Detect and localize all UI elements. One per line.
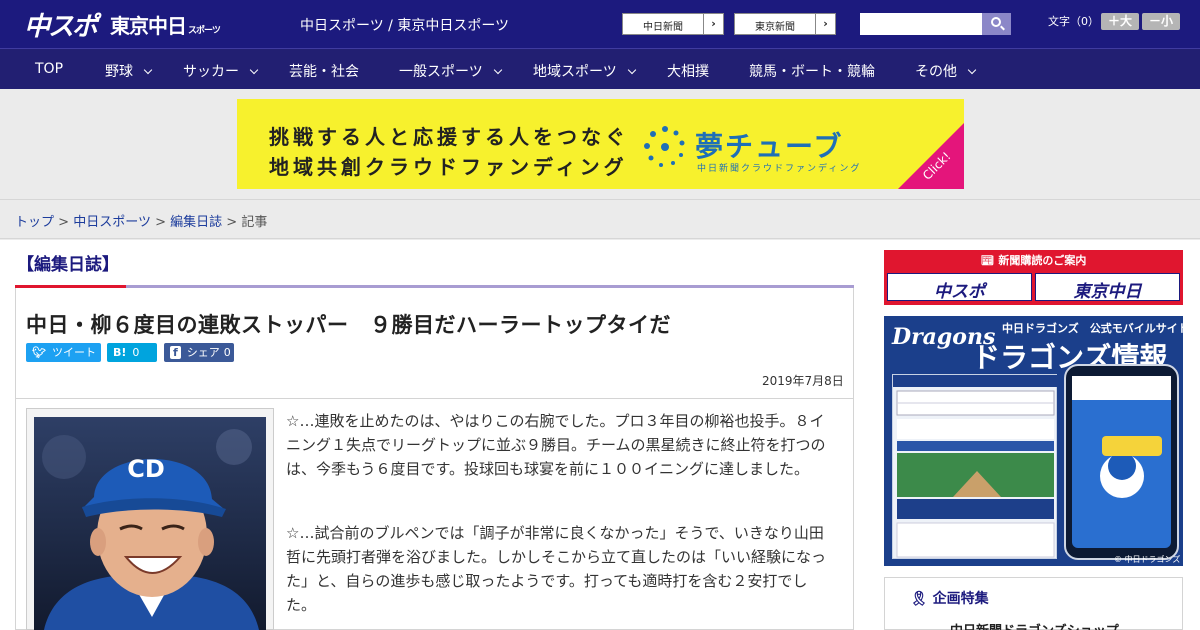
article-divider	[16, 398, 853, 399]
nav-label: 一般スポーツ	[399, 64, 483, 80]
chuspo-logo[interactable]: 中スポ	[24, 6, 98, 43]
nav-item-local-sports[interactable]: 地域スポーツ	[533, 61, 636, 81]
nav-label: TOP	[35, 61, 64, 77]
scoreboard-illustration	[893, 375, 1058, 558]
chevron-down-icon	[967, 65, 977, 75]
feature-title: 🎗︎ 企画特集	[910, 588, 989, 608]
dots-logo-icon	[644, 126, 685, 167]
top-header: 中スポ 東京中日 スポーツ 中日スポーツ / 東京中日スポーツ 中日新聞 › 東京…	[0, 0, 1200, 48]
dragons-copyright: © 中日ドラゴンズ	[1114, 555, 1181, 564]
banner-line-1: 挑戦する人と応援する人をつなぐ	[269, 125, 629, 149]
article-headline: 中日・柳６度目の連敗ストッパー ９勝目だハーラートップタイだ	[26, 313, 671, 337]
banner-line-2: 地域共創クラウドファンディング	[269, 155, 628, 179]
publish-date: 2019年7月8日	[762, 374, 844, 388]
nav-item-entertainment[interactable]: 芸能・社会	[289, 61, 359, 81]
hatena-bookmark-button[interactable]: B! 0	[107, 343, 157, 362]
phone-screen	[1072, 376, 1171, 548]
tokyo-logo-small: スポーツ	[188, 26, 221, 36]
article-photo[interactable]: CD	[34, 417, 266, 630]
tweet-label: ツイート	[51, 346, 96, 359]
banner-click-corner[interactable]: Click!	[898, 123, 964, 189]
banner-brand-sub: 中日新聞クラウドファンディング	[697, 164, 862, 174]
svg-text:CD: CD	[127, 455, 165, 483]
nav-label: 野球	[105, 64, 133, 80]
article-paragraph: ☆…連敗を止めたのは、やはりこの右腕でした。プロ３年目の柳裕也投手。８イニング１…	[286, 412, 826, 478]
breadcrumb-top[interactable]: トップ	[15, 215, 54, 230]
breadcrumb: トップ > 中日スポーツ > 編集日誌 > 記事	[0, 201, 1200, 239]
nav-label: 地域スポーツ	[533, 64, 617, 80]
crowdfunding-banner[interactable]: 挑戦する人と応援する人をつなぐ 地域共創クラウドファンディング 夢チューブ 中日…	[237, 99, 964, 189]
font-bigger-button[interactable]: ＋大	[1101, 13, 1139, 30]
tweet-button[interactable]: 🐦︎ ツイート	[26, 343, 101, 362]
chevron-down-icon	[493, 65, 502, 75]
banner-area: 挑戦する人と応援する人をつなぐ 地域共創クラウドファンディング 夢チューブ 中日…	[0, 89, 1200, 200]
subscribe-tokyo-logo[interactable]: 東京中日	[1035, 273, 1180, 302]
nav-item-racing[interactable]: 競馬・ボート・競輪	[749, 61, 875, 81]
breadcrumb-separator: >	[58, 215, 70, 230]
player-photo-illustration: CD	[34, 417, 266, 630]
nav-label: 大相撲	[667, 64, 709, 80]
chevron-right-icon: ›	[815, 14, 835, 34]
subscription-label: 📰︎ 新聞購読のご案内	[884, 252, 1183, 268]
subscribe-logo-text: 東京中日	[1073, 282, 1142, 302]
nav-item-general-sports[interactable]: 一般スポーツ	[399, 61, 502, 81]
tokyo-shimbun-link[interactable]: 東京新聞 ›	[734, 13, 836, 35]
subscription-box[interactable]: 📰︎ 新聞購読のご案内 中スポ 東京中日	[884, 250, 1183, 305]
chevron-right-icon: ›	[703, 14, 723, 34]
breadcrumb-editorial-diary[interactable]: 編集日誌	[170, 215, 222, 230]
hatena-icon: B!	[113, 346, 127, 359]
ribbon-icon: 🎗︎	[910, 591, 933, 607]
dragons-scoreboard-screen	[892, 374, 1058, 559]
ext-link-label: 中日新聞	[643, 22, 683, 33]
breadcrumb-separator: >	[155, 215, 166, 230]
banner-brand: 夢チューブ	[695, 130, 844, 163]
search-button[interactable]	[982, 13, 1011, 35]
search-icon	[991, 17, 1001, 27]
newspaper-icon: 📰︎	[980, 254, 999, 267]
facebook-share-count: 0	[223, 346, 231, 359]
feature-item-dragons-shop[interactable]: 中日新聞ドラゴンズショップ	[950, 620, 1119, 630]
main-nav: TOP 野球 サッカー 芸能・社会 一般スポーツ 地域スポーツ 大相撲 競馬・ボ…	[0, 48, 1200, 89]
nav-item-soccer[interactable]: サッカー	[183, 61, 259, 81]
ext-link-label: 東京新聞	[755, 22, 795, 33]
twitter-icon: 🐦︎	[32, 346, 46, 359]
facebook-icon: f	[170, 346, 181, 359]
banner-click-label: Click!	[919, 149, 954, 183]
category-title[interactable]: 【編集日誌】	[17, 250, 119, 275]
search-input[interactable]	[860, 13, 982, 35]
facebook-share-label: シェア	[186, 346, 220, 359]
nav-item-others[interactable]: その他	[915, 61, 977, 81]
chevron-down-icon	[143, 65, 153, 75]
nav-label: 競馬・ボート・競輪	[749, 64, 875, 80]
dragons-ad-subtitle: 中日ドラゴンズ 公式モバイルサイト	[1002, 322, 1183, 335]
font-smaller-button[interactable]: －小	[1142, 13, 1180, 30]
nav-label: 芸能・社会	[289, 64, 359, 80]
nav-item-top[interactable]: TOP	[35, 61, 63, 77]
nav-item-sumo[interactable]: 大相撲	[667, 61, 709, 81]
subscription-label-text: 新聞購読のご案内	[998, 254, 1087, 267]
nav-item-baseball[interactable]: 野球	[105, 61, 153, 81]
feature-title-text: 企画特集	[932, 591, 989, 607]
breadcrumb-separator: >	[226, 215, 238, 230]
nav-label: サッカー	[183, 64, 239, 80]
breadcrumb-chunichi-sports[interactable]: 中日スポーツ	[73, 215, 151, 230]
font-size-label: 文字（0）	[1048, 15, 1099, 28]
dragons-mobile-ad[interactable]: Dragons 中日ドラゴンズ 公式モバイルサイト ドラゴンズ情報 © 中日ドラ…	[884, 316, 1183, 566]
subscribe-logo-text: 中スポ	[934, 282, 985, 302]
chevron-down-icon	[627, 65, 636, 75]
nav-label: その他	[915, 64, 957, 80]
tokyo-logo-main: 東京中日	[110, 14, 187, 38]
chunichi-shimbun-link[interactable]: 中日新聞 ›	[622, 13, 724, 35]
chevron-down-icon	[249, 65, 259, 75]
hatena-count: 0	[132, 346, 140, 359]
facebook-share-button[interactable]: f シェア 0	[164, 343, 234, 362]
subscribe-chuspo-logo[interactable]: 中スポ	[887, 273, 1032, 302]
breadcrumb-current: 記事	[241, 215, 268, 230]
dragons-phone-illustration	[1064, 364, 1179, 560]
article-paragraph: ☆…試合前のブルペンでは「調子が非常に良くなかった」そうで、いきなり山田哲に先頭…	[286, 524, 827, 614]
site-title[interactable]: 中日スポーツ / 東京中日スポーツ	[300, 15, 509, 35]
tokyo-chunichi-logo[interactable]: 東京中日 スポーツ	[110, 10, 221, 39]
